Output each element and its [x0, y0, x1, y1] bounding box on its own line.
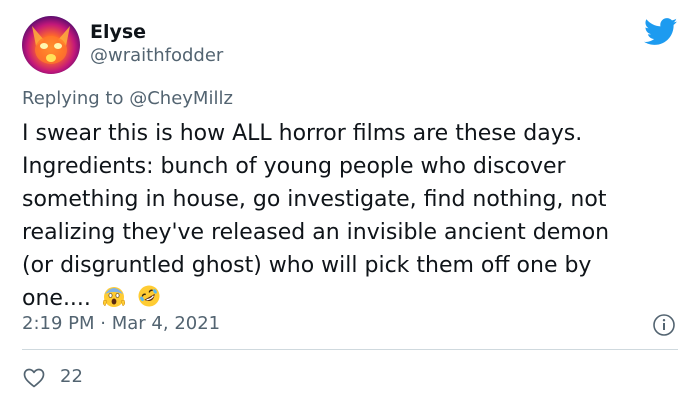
tweet-time: 2:19 PM: [22, 313, 95, 334]
tweet-line: (or disgruntled ghost) who will pick the…: [22, 253, 592, 278]
fox-face-icon: [32, 26, 70, 64]
tweet-timestamp[interactable]: 2:19 PM · Mar 4, 2021: [22, 312, 220, 336]
like-count: 22: [60, 366, 83, 387]
meta-separator: ·: [100, 313, 106, 334]
tweet-line: something in house, go investigate, find…: [22, 187, 607, 212]
replying-to-label: Replying to: [22, 88, 124, 109]
screaming-face-emoji-icon: [102, 287, 125, 307]
tweet-text: I swear this is how ALL horror films are…: [22, 117, 682, 315]
tweet-line: I swear this is how ALL horror films are…: [22, 121, 583, 146]
info-icon[interactable]: [652, 313, 676, 337]
replying-to-line: Replying to @CheyMillz: [22, 87, 233, 111]
author-display-name[interactable]: Elyse: [90, 20, 146, 44]
author-handle[interactable]: @wraithfodder: [90, 45, 223, 67]
avatar[interactable]: [22, 16, 80, 74]
tweet-last-line: one....: [22, 282, 682, 315]
reply-mention-link[interactable]: @CheyMillz: [129, 88, 233, 109]
rolling-on-floor-laughing-emoji-icon: [138, 285, 160, 307]
tweet-line: realizing they've released an invisible …: [22, 220, 610, 245]
twitter-bird-icon[interactable]: [644, 18, 678, 46]
tweet-date: Mar 4, 2021: [111, 313, 221, 334]
divider: [22, 349, 678, 350]
tweet-line: Ingredients: bunch of young people who d…: [22, 154, 566, 179]
tweet-line: one....: [22, 286, 91, 311]
heart-icon[interactable]: [22, 366, 46, 390]
tweet-card: Elyse @wraithfodder Replying to @CheyMil…: [0, 0, 700, 403]
